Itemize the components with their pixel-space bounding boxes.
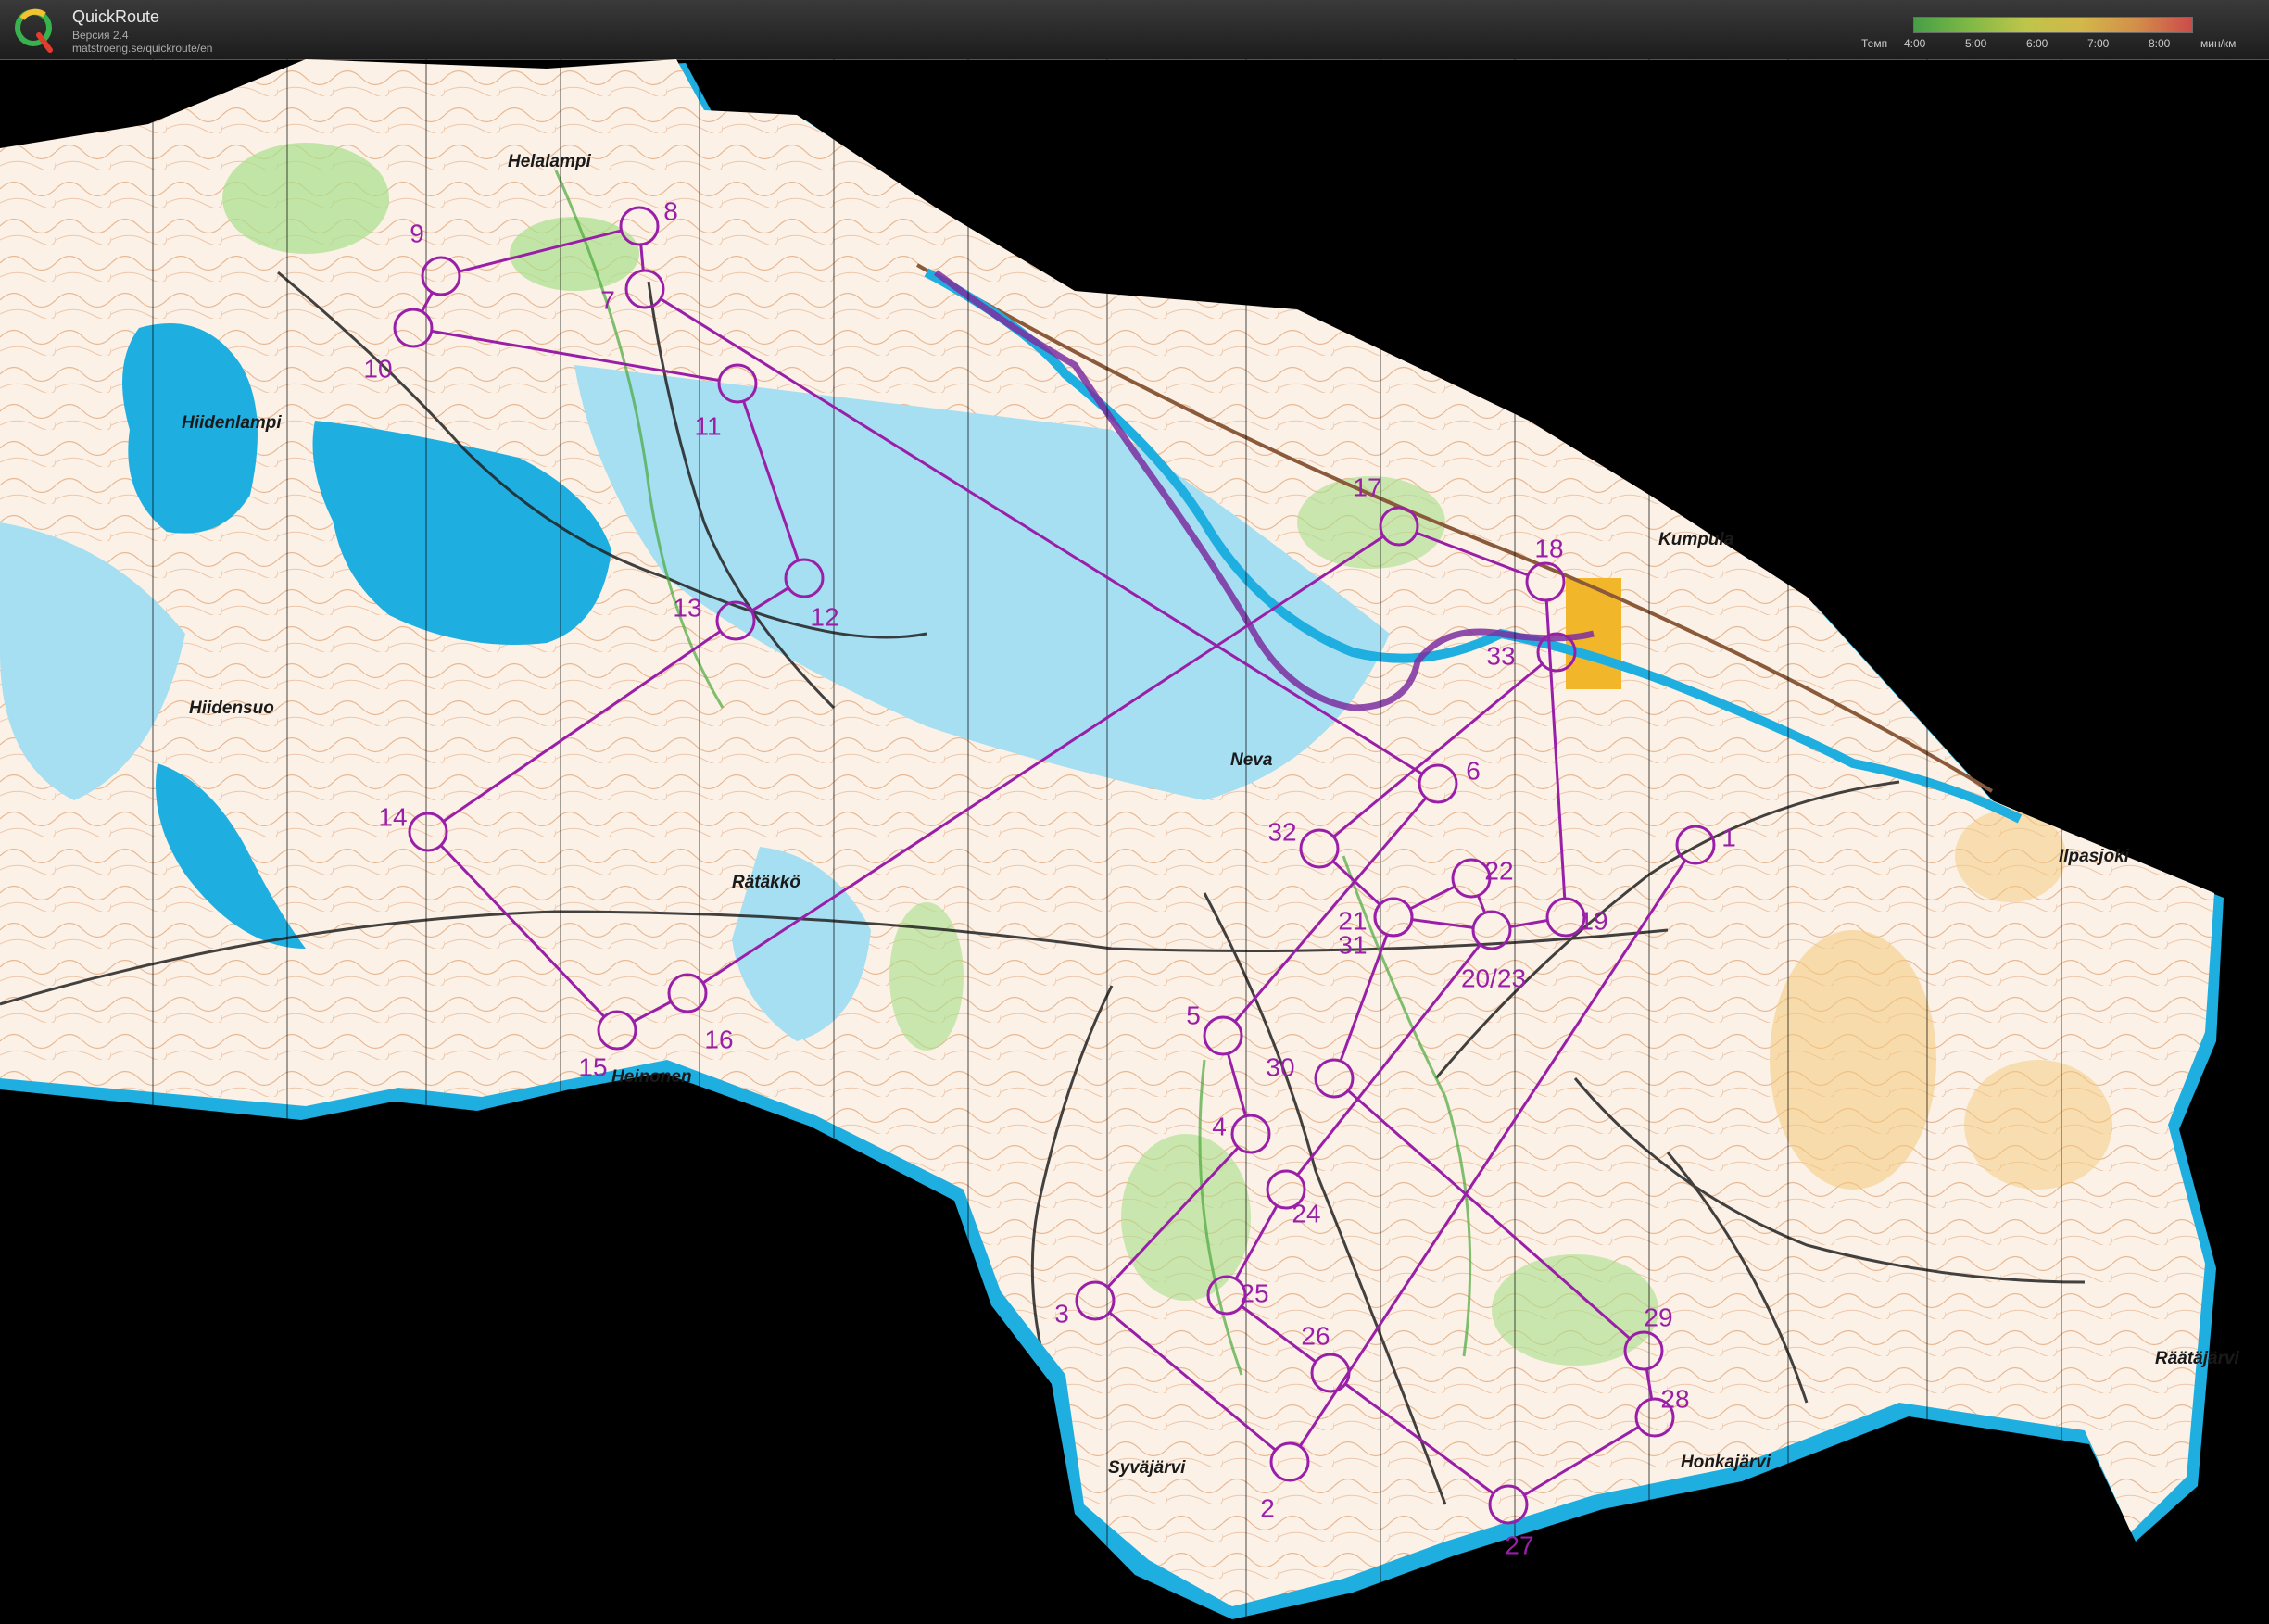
pace-color-scale (1913, 17, 2193, 33)
control-number: 7 (600, 285, 615, 314)
legend-tick: 7:00 (2087, 37, 2110, 50)
control-number: 29 (1644, 1303, 1672, 1331)
place-name: Helalampi (508, 152, 591, 171)
control-number: 9 (410, 219, 424, 247)
app-title: QuickRoute (72, 7, 160, 26)
place-name: Syväjärvi (1108, 1458, 1186, 1478)
control-number: 6 (1466, 756, 1481, 785)
open-land (1955, 810, 2066, 902)
control-number: 13 (673, 593, 701, 622)
control-number: 27 (1505, 1530, 1533, 1559)
control-number: 20/23 (1461, 963, 1526, 992)
place-name: Neva (1230, 750, 1273, 770)
control-number: 5 (1186, 1001, 1201, 1029)
legend-tick: 8:00 (2149, 37, 2171, 50)
open-land (1770, 930, 1936, 1190)
place-name: Ilpasjoki (2059, 847, 2130, 866)
control-number: 32 (1267, 817, 1296, 846)
control-number: 16 (704, 1025, 733, 1053)
legend-tick: 6:00 (2026, 37, 2048, 50)
control-number: 25 (1240, 1278, 1268, 1307)
control-number: 14 (378, 802, 407, 831)
control-number: 33 (1486, 641, 1515, 670)
control-number: 1 (1721, 823, 1736, 851)
open-land (1964, 1060, 2112, 1190)
quickroute-logo-icon (15, 8, 53, 53)
legend-tick: 5:00 (1965, 37, 1987, 50)
green-vegetation (222, 143, 389, 254)
legend-unit: мин/км (2200, 37, 2237, 50)
place-name: Honkajärvi (1681, 1453, 1771, 1472)
place-name: Heinonen (611, 1067, 692, 1087)
place-name: Hiidensuo (189, 699, 274, 718)
control-number: 3 (1054, 1299, 1069, 1328)
control-number: 26 (1301, 1321, 1330, 1350)
app-version: Версия 2.4 matstroeng.se/quickroute/en (72, 29, 212, 55)
version-text: Версия 2.4 (72, 29, 129, 42)
place-name: Kumpula (1658, 530, 1734, 549)
green-vegetation (1492, 1254, 1658, 1366)
app-url[interactable]: matstroeng.se/quickroute/en (72, 42, 212, 55)
orienteering-map[interactable]: 1234567891011121314151617181920/23212224… (0, 59, 2269, 1619)
control-number: 18 (1534, 534, 1563, 562)
legend-label: Темп (1861, 37, 1888, 50)
pace-legend: Темп 4:00 5:00 6:00 7:00 8:00 мин/км (1861, 15, 2250, 52)
place-name: Räätäjärvi (2155, 1349, 2240, 1368)
place-name: Hiidenlampi (182, 413, 282, 433)
control-number: 19 (1579, 906, 1607, 935)
control-number: 31 (1338, 930, 1367, 959)
control-number: 28 (1660, 1384, 1689, 1413)
control-number: 17 (1353, 472, 1381, 501)
green-vegetation (1121, 1134, 1251, 1301)
control-number: 11 (694, 411, 721, 440)
control-number: 4 (1212, 1112, 1227, 1140)
contour-texture (0, 59, 2214, 1606)
control-number: 10 (363, 354, 392, 383)
control-number: 24 (1292, 1199, 1320, 1227)
map-view[interactable]: 1 2 3 4 5 6 7 8 9 10 11 12 13 14 15 16 17 18 19 20/23 21 22 24… (0, 59, 2269, 1619)
title-bar: QuickRoute Версия 2.4 matstroeng.se/quic… (0, 0, 2269, 60)
control-number: 8 (663, 196, 678, 225)
control-number: 30 (1266, 1052, 1294, 1081)
control-number: 2 (1260, 1493, 1275, 1522)
legend-tick: 4:00 (1904, 37, 1926, 50)
place-name: Rätäkkö (732, 873, 800, 892)
control-number: 12 (810, 602, 838, 631)
control-number: 15 (578, 1052, 607, 1081)
control-number: 22 (1484, 856, 1513, 885)
